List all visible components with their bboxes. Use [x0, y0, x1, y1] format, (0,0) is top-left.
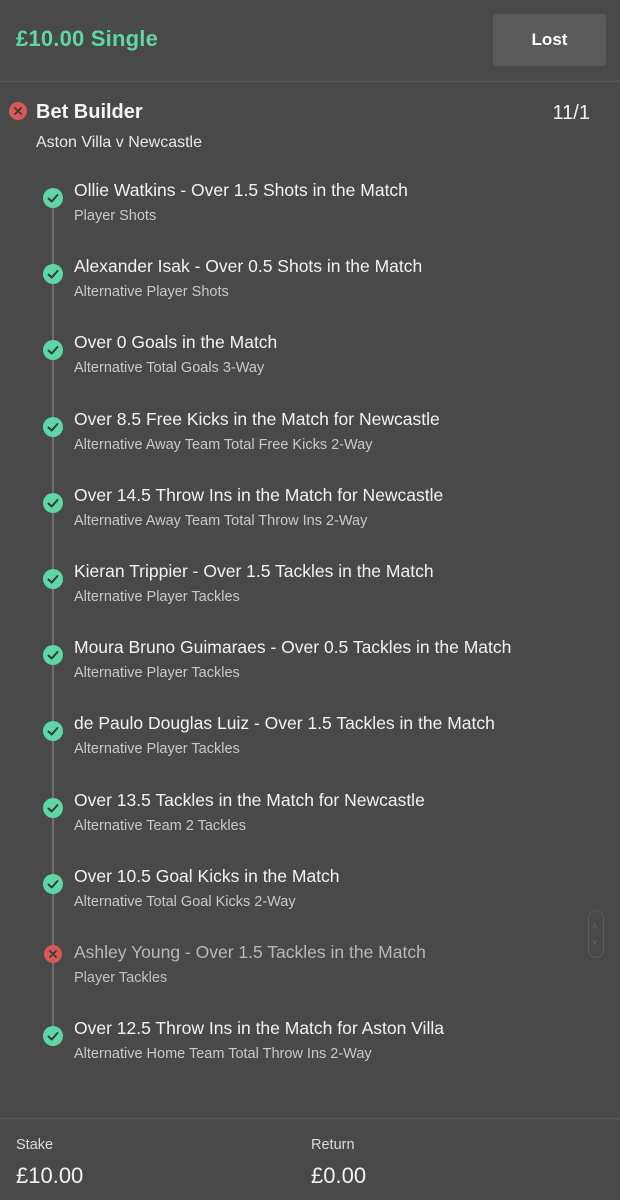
- selection-market: Alternative Player Tackles: [74, 665, 240, 681]
- selection-title: Over 0 Goals in the Match: [74, 332, 278, 352]
- selection-market: Alternative Player Shots: [74, 284, 229, 300]
- won-check-icon: [43, 417, 63, 437]
- selection-item: Moura Bruno Guimaraes - Over 0.5 Tackles…: [0, 637, 600, 707]
- selection-title: Over 10.5 Goal Kicks in the Match: [74, 866, 340, 886]
- selection-market: Alternative Total Goals 3-Way: [74, 360, 265, 376]
- selection-market: Player Shots: [74, 208, 157, 224]
- selection-title: Ashley Young - Over 1.5 Tackles in the M…: [74, 942, 426, 962]
- match-name: Aston Villa v Newcastle: [36, 134, 202, 151]
- selection-item: Over 13.5 Tackles in the Match for Newca…: [0, 790, 600, 860]
- won-check-icon: [43, 264, 63, 284]
- lost-x-icon: [44, 945, 62, 963]
- selection-market: Player Tackles: [74, 970, 168, 986]
- won-check-icon: [43, 798, 63, 818]
- selection-item: Kieran Trippier - Over 1.5 Tackles in th…: [0, 561, 600, 631]
- selection-item: de Paulo Douglas Luiz - Over 1.5 Tackles…: [0, 713, 600, 783]
- bet-builder-header: Bet Builder 11/1 Aston Villa v Newcastle: [0, 96, 620, 166]
- return-value: £0.00: [311, 1163, 367, 1188]
- selection-title: Over 13.5 Tackles in the Match for Newca…: [74, 790, 425, 810]
- bet-builder-title: Bet Builder: [36, 101, 143, 123]
- selection-item: Over 8.5 Free Kicks in the Match for New…: [0, 409, 600, 479]
- selection-title: Alexander Isak - Over 0.5 Shots in the M…: [74, 256, 423, 276]
- won-check-icon: [43, 1026, 63, 1046]
- selection-title: Over 8.5 Free Kicks in the Match for New…: [74, 409, 440, 429]
- bet-header: £10.00 Single Lost: [0, 0, 620, 82]
- selection-item: Over 12.5 Throw Ins in the Match for Ast…: [0, 1018, 600, 1088]
- selection-item: Ashley Young - Over 1.5 Tackles in the M…: [0, 942, 600, 1012]
- selection-market: Alternative Team 2 Tackles: [74, 818, 246, 834]
- won-check-icon: [43, 340, 63, 360]
- selection-market: Alternative Total Goal Kicks 2-Way: [74, 894, 296, 910]
- bet-title: £10.00 Single: [16, 26, 159, 51]
- selection-item: Over 0 Goals in the Match Alternative Tot…: [0, 332, 600, 402]
- selection-item: Over 14.5 Throw Ins in the Match for New…: [0, 485, 600, 555]
- selection-title: Kieran Trippier - Over 1.5 Tackles in th…: [74, 561, 434, 581]
- selection-market: Alternative Player Tackles: [74, 589, 240, 605]
- selection-title: Over 12.5 Throw Ins in the Match for Ast…: [74, 1018, 444, 1038]
- selection-market: Alternative Home Team Total Throw Ins 2-…: [74, 1046, 372, 1062]
- selection-market: Alternative Away Team Total Free Kicks 2…: [74, 437, 373, 453]
- return-label: Return: [311, 1137, 355, 1153]
- selection-market: Alternative Player Tackles: [74, 741, 240, 757]
- won-check-icon: [43, 188, 63, 208]
- stake-label: Stake: [16, 1137, 54, 1153]
- selection-item: Ollie Watkins - Over 1.5 Shots in the Ma…: [0, 180, 600, 250]
- bet-footer: Stake £10.00 Return £0.00: [0, 1118, 620, 1200]
- won-check-icon: [43, 493, 63, 513]
- bet-odds: 11/1: [552, 102, 590, 124]
- won-check-icon: [43, 569, 63, 589]
- selection-item: Alexander Isak - Over 0.5 Shots in the M…: [0, 256, 600, 326]
- selection-title: de Paulo Douglas Luiz - Over 1.5 Tackles…: [74, 713, 495, 733]
- won-check-icon: [43, 645, 63, 665]
- stake-value: £10.00: [16, 1163, 84, 1188]
- lost-x-icon: [9, 102, 27, 120]
- status-lost-button[interactable]: Lost: [493, 14, 606, 66]
- selection-title: Moura Bruno Guimaraes - Over 0.5 Tackles…: [74, 637, 512, 657]
- selection-item: Over 10.5 Goal Kicks in the Match Alterna…: [0, 866, 600, 936]
- selection-market: Alternative Away Team Total Throw Ins 2-…: [74, 513, 368, 529]
- scrollbar-handle[interactable]: ˄ ˅: [588, 910, 604, 958]
- won-check-icon: [43, 874, 63, 894]
- selection-title: Over 14.5 Throw Ins in the Match for New…: [74, 485, 444, 505]
- won-check-icon: [43, 721, 63, 741]
- selection-title: Ollie Watkins - Over 1.5 Shots in the Ma…: [74, 180, 408, 200]
